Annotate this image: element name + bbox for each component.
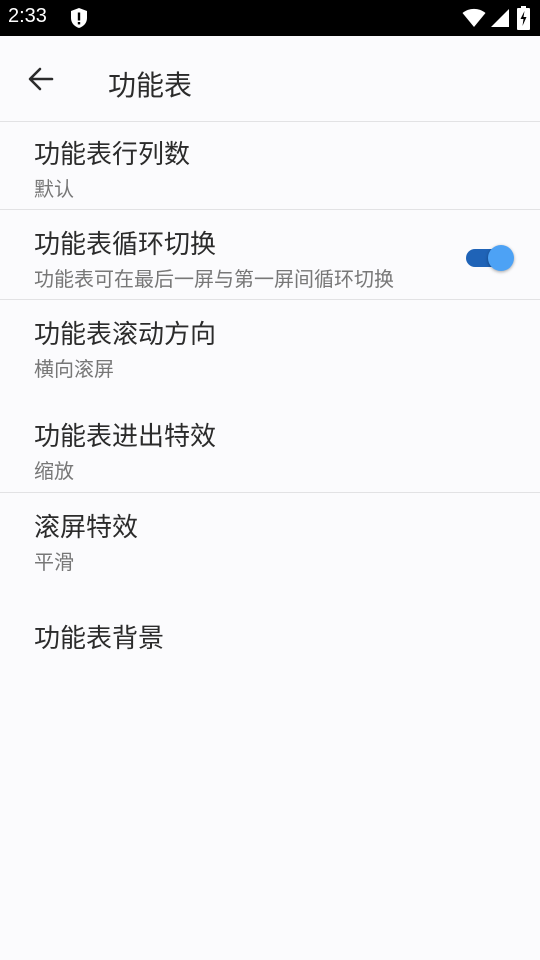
status-bar: 2:33: [0, 0, 540, 36]
back-button[interactable]: [20, 58, 62, 100]
app-bar: 功能表: [0, 36, 540, 122]
setting-summary: 缩放: [34, 459, 74, 483]
page-title: 功能表: [108, 69, 193, 102]
setting-loop-switch[interactable]: 功能表循环切换 功能表可在最后一屏与第一屏间循环切换: [0, 210, 540, 299]
setting-title: 功能表滚动方向: [34, 320, 217, 350]
shield-icon: [71, 8, 87, 28]
status-time: 2:33: [8, 5, 47, 27]
setting-title: 功能表行列数: [34, 140, 191, 170]
settings-list: 功能表行列数 默认 功能表循环切换 功能表可在最后一屏与第一屏间循环切换 功能表…: [0, 122, 540, 678]
battery-icon: [517, 6, 530, 30]
arrow-back-icon: [28, 67, 54, 91]
toggle-thumb: [488, 245, 514, 271]
signal-icon: [491, 9, 509, 27]
setting-transition-effect[interactable]: 功能表进出特效 缩放: [0, 391, 540, 492]
setting-summary: 平滑: [34, 550, 74, 574]
setting-background[interactable]: 功能表背景: [0, 598, 540, 678]
setting-scroll-effect[interactable]: 滚屏特效 平滑: [0, 493, 540, 598]
setting-grid-size[interactable]: 功能表行列数 默认: [0, 122, 540, 209]
setting-scroll-direction[interactable]: 功能表滚动方向 横向滚屏: [0, 300, 540, 391]
wifi-icon: [462, 8, 486, 27]
setting-title: 功能表背景: [34, 624, 165, 654]
setting-summary: 横向滚屏: [34, 357, 114, 381]
setting-summary: 功能表可在最后一屏与第一屏间循环切换: [34, 267, 394, 291]
setting-title: 功能表循环切换: [34, 230, 217, 260]
loop-toggle-switch[interactable]: [466, 244, 514, 271]
setting-title: 功能表进出特效: [34, 422, 217, 452]
setting-title: 滚屏特效: [34, 513, 139, 543]
setting-summary: 默认: [34, 177, 74, 201]
